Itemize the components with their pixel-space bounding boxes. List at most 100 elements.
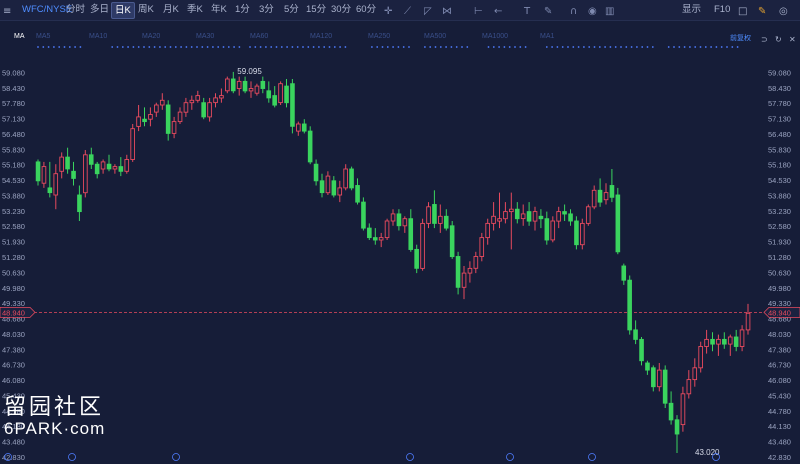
candle[interactable] — [408, 209, 414, 252]
candle[interactable] — [698, 341, 703, 373]
candle[interactable] — [544, 211, 550, 245]
candle[interactable] — [148, 107, 153, 127]
candle[interactable] — [248, 81, 254, 98]
candle[interactable] — [88, 147, 94, 169]
candle[interactable] — [189, 95, 195, 110]
candle[interactable] — [550, 216, 556, 243]
event-marker[interactable] — [506, 453, 514, 461]
candle[interactable] — [130, 124, 135, 162]
candle[interactable] — [142, 107, 147, 127]
candle[interactable] — [230, 71, 236, 94]
candle[interactable] — [420, 218, 425, 271]
candle[interactable] — [645, 360, 650, 375]
candle[interactable] — [71, 161, 76, 186]
candle[interactable] — [526, 202, 532, 226]
candle[interactable] — [580, 218, 585, 250]
candle[interactable] — [355, 178, 360, 205]
event-marker[interactable] — [68, 453, 76, 461]
candle[interactable] — [106, 154, 112, 172]
candle[interactable] — [367, 223, 372, 240]
candle[interactable] — [254, 83, 260, 96]
trash-icon[interactable]: ▥ — [605, 6, 614, 17]
candle[interactable] — [154, 102, 159, 117]
candle[interactable] — [301, 119, 307, 134]
candle[interactable] — [514, 202, 520, 224]
candle[interactable] — [372, 228, 378, 245]
candle[interactable] — [574, 216, 579, 250]
candle[interactable] — [35, 159, 41, 186]
candle[interactable] — [520, 204, 526, 226]
candle[interactable] — [242, 76, 248, 94]
candle[interactable] — [396, 209, 402, 231]
close-ma-icon[interactable]: ✕ — [789, 35, 796, 44]
eye-icon[interactable]: ◉ — [588, 6, 597, 17]
candle[interactable] — [674, 415, 680, 453]
line-tool-icon[interactable]: ⟋ — [404, 6, 411, 17]
candle[interactable] — [497, 192, 502, 229]
candle[interactable] — [94, 161, 100, 179]
candle[interactable] — [621, 263, 627, 285]
candle[interactable] — [479, 232, 485, 262]
candle[interactable] — [378, 232, 384, 248]
candle[interactable] — [733, 329, 739, 352]
candle[interactable] — [668, 391, 674, 425]
candle[interactable] — [509, 192, 514, 250]
candle[interactable] — [438, 204, 443, 233]
candle[interactable] — [266, 81, 272, 103]
candle[interactable] — [361, 197, 366, 231]
candle[interactable] — [562, 204, 567, 222]
candle[interactable] — [627, 275, 632, 335]
candle[interactable] — [290, 79, 295, 134]
candle[interactable] — [727, 334, 733, 356]
candle[interactable] — [491, 202, 496, 231]
measure-tool-icon[interactable]: ⊢ — [474, 6, 483, 17]
candle[interactable] — [201, 97, 206, 120]
reset-ma-icon[interactable]: ↻ — [775, 35, 782, 44]
candle[interactable] — [609, 169, 615, 203]
candle[interactable] — [349, 166, 354, 191]
candle[interactable] — [656, 363, 662, 392]
candle[interactable] — [692, 358, 698, 387]
candle[interactable] — [319, 173, 325, 198]
candle[interactable] — [680, 386, 686, 432]
candle[interactable] — [585, 204, 591, 226]
candle[interactable] — [651, 365, 656, 392]
candle[interactable] — [467, 261, 473, 283]
candle[interactable] — [384, 218, 390, 240]
candle[interactable] — [568, 209, 573, 226]
event-marker[interactable] — [588, 453, 596, 461]
settings-icon[interactable]: ◎ — [779, 6, 788, 17]
candle[interactable] — [47, 161, 53, 198]
candle[interactable] — [337, 180, 343, 203]
candle[interactable] — [662, 365, 668, 408]
candle[interactable] — [343, 164, 348, 191]
arrow-tool-icon[interactable]: ← — [494, 6, 502, 17]
candle[interactable] — [278, 81, 283, 105]
candle[interactable] — [136, 105, 141, 132]
candle[interactable] — [503, 202, 508, 224]
candle[interactable] — [53, 164, 59, 210]
candlestick-chart[interactable]: ✛ ⟋ ◸ ⋈ ⊢ ← T ✎ ∩ ◉ ▥ ≡ □ ✎ ◎ ⊃ ↻ ✕ 59.080 59.080 58.430 58.4… — [0, 0, 800, 464]
pen-icon[interactable]: ✎ — [758, 6, 766, 17]
candle[interactable] — [171, 116, 177, 139]
candle[interactable] — [686, 370, 692, 399]
candle[interactable] — [236, 76, 242, 96]
candle[interactable] — [225, 76, 230, 94]
candle[interactable] — [159, 93, 165, 110]
event-marker[interactable] — [172, 453, 180, 461]
candle[interactable] — [272, 86, 277, 108]
candle[interactable] — [213, 93, 218, 108]
candle[interactable] — [183, 97, 189, 117]
candle[interactable] — [633, 320, 638, 345]
channel-tool-icon[interactable]: ◸ — [424, 6, 432, 17]
candle[interactable] — [325, 171, 331, 195]
candle[interactable] — [603, 183, 609, 205]
candle[interactable] — [597, 178, 603, 207]
candle[interactable] — [538, 209, 544, 229]
collapse-ma-icon[interactable]: ⊃ — [761, 35, 768, 44]
candle[interactable] — [390, 209, 396, 226]
candle[interactable] — [100, 159, 106, 174]
candle[interactable] — [591, 185, 597, 210]
candle[interactable] — [331, 176, 337, 198]
candle[interactable] — [426, 202, 431, 229]
